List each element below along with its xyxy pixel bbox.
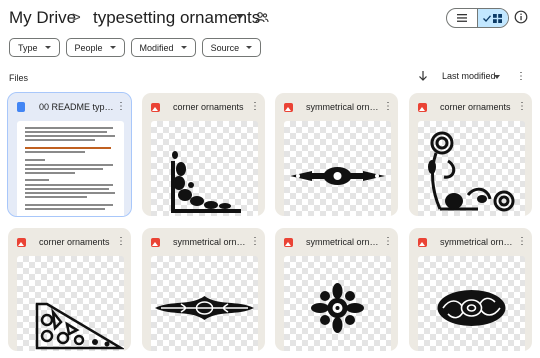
chip-label: Source (210, 42, 240, 53)
file-name: corner ornaments (173, 102, 244, 112)
image-thumbnail (284, 256, 391, 351)
chevron-down-icon (180, 46, 187, 49)
filter-source-chip[interactable]: Source (201, 38, 262, 57)
document-icon (17, 102, 25, 112)
more-options-icon[interactable]: ⋮ (250, 236, 260, 247)
sort-direction-icon[interactable] (418, 70, 428, 82)
more-options-icon[interactable]: ⋮ (250, 101, 260, 112)
file-name: 00 README typesetting ornaments (39, 102, 115, 112)
floral-ornament-image (311, 283, 364, 333)
file-card[interactable]: symmetrical ornaments ⋮ (142, 228, 265, 351)
list-view-button[interactable] (447, 9, 477, 27)
more-options-icon[interactable]: ⋮ (383, 101, 393, 112)
check-icon (483, 14, 492, 22)
more-options-icon[interactable]: ⋮ (516, 71, 526, 82)
file-card[interactable]: symmetrical ornaments ⋮ (275, 228, 398, 351)
info-icon[interactable] (514, 10, 528, 24)
file-name: symmetrical ornaments (173, 237, 249, 247)
file-card-header: 00 README typesetting ornaments ⋮ (8, 93, 131, 121)
floral-ornament-image (437, 290, 506, 326)
more-options-icon[interactable]: ⋮ (517, 101, 527, 112)
file-card[interactable]: corner ornaments ⋮ (142, 93, 265, 216)
image-file-icon (418, 103, 427, 112)
symmetrical-ornament-image (155, 296, 254, 320)
chip-label: Type (18, 42, 38, 53)
folder-menu-caret-icon[interactable] (236, 14, 244, 19)
file-card-header: corner ornaments ⋮ (142, 93, 265, 121)
image-thumbnail (17, 256, 124, 351)
file-card[interactable]: 00 README typesetting ornaments ⋮ (7, 92, 132, 217)
rose-corner-ornament-image (428, 131, 515, 212)
image-thumbnail (418, 256, 525, 351)
file-card-header: symmetrical ornaments ⋮ (409, 228, 532, 256)
grid-view-button[interactable] (476, 9, 508, 27)
image-file-icon (151, 238, 160, 247)
list-view-icon (456, 14, 467, 22)
document-thumbnail (17, 121, 124, 216)
filter-modified-chip[interactable]: Modified (130, 38, 196, 57)
filter-people-chip[interactable]: People (65, 38, 125, 57)
chevron-down-icon[interactable] (494, 75, 500, 79)
more-options-icon[interactable]: ⋮ (116, 101, 126, 112)
more-options-icon[interactable]: ⋮ (517, 236, 527, 247)
file-name: symmetrical ornaments (306, 102, 382, 112)
file-name: corner ornaments (440, 102, 511, 112)
grid-view-icon (493, 13, 503, 23)
filter-type-chip[interactable]: Type (9, 38, 60, 57)
breadcrumb-separator: > (72, 9, 81, 26)
more-options-icon[interactable]: ⋮ (383, 236, 393, 247)
image-file-icon (418, 238, 427, 247)
more-options-icon[interactable]: ⋮ (116, 236, 126, 247)
chevron-down-icon (246, 46, 253, 49)
file-card[interactable]: symmetrical ornaments ⋮ (275, 93, 398, 216)
filter-bar: Type People Modified Source (9, 38, 262, 57)
image-file-icon (151, 103, 160, 112)
file-card-header: symmetrical ornaments ⋮ (142, 228, 265, 256)
file-card[interactable]: corner ornaments ⋮ (8, 228, 131, 351)
file-card-header: symmetrical ornaments ⋮ (275, 228, 398, 256)
symmetrical-ornament-image (290, 167, 385, 185)
image-file-icon (17, 238, 26, 247)
chevron-down-icon (44, 46, 51, 49)
shared-folder-icon[interactable] (255, 10, 269, 24)
header: My Drive > typesetting ornaments (0, 0, 540, 34)
chip-label: People (74, 42, 103, 53)
file-name: symmetrical ornaments (440, 237, 516, 247)
breadcrumb-root[interactable]: My Drive (9, 8, 76, 28)
file-card[interactable]: symmetrical ornaments ⋮ (409, 228, 532, 351)
chip-label: Modified (139, 42, 174, 53)
chevron-down-icon (109, 46, 116, 49)
image-file-icon (284, 103, 293, 112)
geometric-corner-ornament-image (35, 302, 124, 350)
file-name: corner ornaments (39, 237, 110, 247)
file-card-header: corner ornaments ⋮ (8, 228, 131, 256)
image-thumbnail (151, 121, 258, 216)
image-thumbnail (284, 121, 391, 216)
file-card-header: symmetrical ornaments ⋮ (275, 93, 398, 121)
view-toggle (446, 8, 509, 28)
sort-by-button[interactable]: Last modified (442, 71, 496, 81)
file-card[interactable]: corner ornaments ⋮ (409, 93, 532, 216)
corner-ornament-image (171, 151, 241, 213)
file-card-header: corner ornaments ⋮ (409, 93, 532, 121)
image-thumbnail (151, 256, 258, 351)
image-thumbnail (418, 121, 525, 216)
file-name: symmetrical ornaments (306, 237, 382, 247)
image-file-icon (284, 238, 293, 247)
files-section-heading: Files (9, 73, 29, 83)
